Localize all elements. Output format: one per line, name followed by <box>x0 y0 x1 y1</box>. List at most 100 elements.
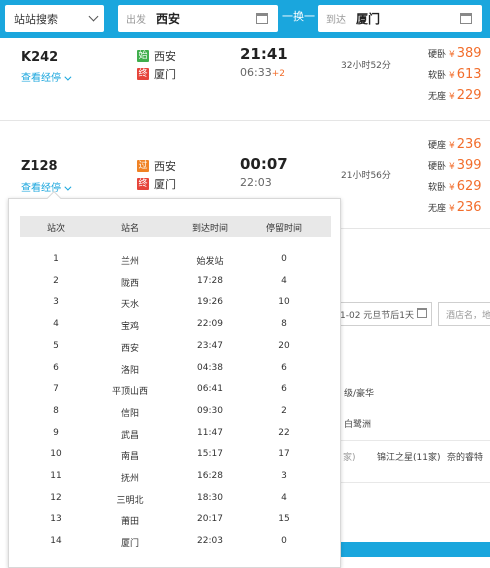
price-amount: 236 <box>456 200 482 215</box>
stop-number: 9 <box>53 427 59 438</box>
stop-station: 陇西 <box>120 278 140 289</box>
stop-station: 抚州 <box>120 474 140 484</box>
stop-station: 西安 <box>120 343 140 354</box>
table-row: 2 陇西 17:28 4 <box>9 276 342 297</box>
price-amount: 629 <box>456 179 482 194</box>
price-amount: 236 <box>456 137 482 152</box>
hotel-results-bar <box>340 542 490 557</box>
from-city-field[interactable]: 出发 西安 <box>118 5 278 32</box>
table-row: 12 三明北 18:30 4 <box>9 493 342 514</box>
stop-arrival-time: 17:28 <box>197 275 223 286</box>
stop-arrival-time: 22:03 <box>197 536 223 547</box>
day-offset: +2 <box>271 69 285 79</box>
stop-duration: 15 <box>278 514 290 525</box>
travel-duration: 32小时52分 <box>341 61 391 71</box>
departure-station-name: 西安 <box>154 50 176 63</box>
yen-sign: ¥ <box>449 92 455 102</box>
stop-arrival-time: 11:47 <box>197 427 223 438</box>
checkin-date-field[interactable]: 1-02 元旦节后1天 <box>336 302 432 326</box>
stop-duration: 2 <box>281 405 287 416</box>
departure-station-name: 西安 <box>154 160 176 173</box>
stop-station: 武昌 <box>120 430 140 441</box>
stop-number: 11 <box>50 471 62 481</box>
price-amount: 229 <box>456 88 482 103</box>
seat-price: 软卧 ¥629 <box>428 179 482 194</box>
arrival-time-value: 06:33 <box>240 66 272 79</box>
train-code[interactable]: K242 <box>21 50 58 65</box>
table-row: 13 莆田 20:17 15 <box>9 514 342 535</box>
stop-arrival-time: 23:47 <box>197 340 223 351</box>
header-stop-duration: 停留时间 <box>265 224 303 234</box>
swap-cities-button[interactable]: 一换一 <box>282 8 315 24</box>
travel-duration: 21小时56分 <box>341 171 391 181</box>
calendar-icon <box>460 13 472 24</box>
stop-arrival-time: 22:09 <box>197 319 223 330</box>
stop-duration: 4 <box>281 275 287 286</box>
hotel-brand-option[interactable]: 锦江之星(11家) <box>377 450 440 463</box>
hotel-filter-option[interactable]: 白鹭洲 <box>344 417 371 430</box>
table-row: 10 南昌 15:17 17 <box>9 449 342 470</box>
seat-price: 无座 ¥236 <box>428 200 482 215</box>
stop-station: 兰州 <box>120 257 140 267</box>
hotel-name-input[interactable]: 酒店名，地 <box>438 302 490 326</box>
from-label: 出发 <box>126 15 146 26</box>
arrival-station-name: 厦门 <box>154 178 176 191</box>
stop-number: 1 <box>53 254 59 264</box>
stop-duration: 10 <box>278 297 290 308</box>
stops-table-header: 站次 站名 到达时间 停留时间 <box>20 216 331 237</box>
table-row: 5 西安 23:47 20 <box>9 341 342 362</box>
end-badge: 终 <box>137 178 149 190</box>
table-row: 7 平顶山西 06:41 6 <box>9 384 342 405</box>
hotel-brand-option[interactable]: 奈的睿特 <box>447 450 483 463</box>
yen-sign: ¥ <box>449 71 455 81</box>
stop-duration: 4 <box>281 492 287 503</box>
table-row: 4 宝鸡 22:09 8 <box>9 319 342 340</box>
stop-duration: 6 <box>281 384 287 395</box>
seat-price: 硬卧 ¥389 <box>428 46 482 61</box>
to-city-value: 厦门 <box>356 12 381 26</box>
departure-time: 00:07 <box>240 155 288 173</box>
stop-number: 10 <box>50 449 62 460</box>
arrival-time: 06:33+2 <box>240 66 285 79</box>
arrival-time: 22:03 <box>240 176 272 189</box>
stop-number: 13 <box>50 514 62 525</box>
stop-duration: 6 <box>281 362 287 373</box>
stop-arrival-time: 20:17 <box>197 514 223 525</box>
stop-number: 7 <box>53 384 59 395</box>
arrival-station: 终 厦门 <box>137 176 176 192</box>
seat-type: 软卧 <box>428 71 447 81</box>
chevron-up-icon <box>64 183 72 191</box>
view-stops-link[interactable]: 查看经停 <box>21 179 72 194</box>
calendar-icon <box>417 308 427 318</box>
table-row: 3 天水 19:26 10 <box>9 297 342 318</box>
table-row: 9 武昌 11:47 22 <box>9 428 342 449</box>
pass-badge: 过 <box>137 160 149 172</box>
stop-number: 3 <box>53 297 59 308</box>
yen-sign: ¥ <box>449 204 455 214</box>
seat-price: 无座 ¥229 <box>428 88 482 103</box>
train-code[interactable]: Z128 <box>21 159 58 174</box>
seat-price: 硬座 ¥236 <box>428 137 482 152</box>
search-type-select[interactable]: 站站搜索 <box>5 5 104 32</box>
stop-arrival-time: 15:17 <box>197 449 223 460</box>
stop-station: 莆田 <box>120 517 140 528</box>
filter-divider <box>340 482 490 483</box>
seat-type: 硬卧 <box>428 50 447 60</box>
to-city-field[interactable]: 到达 厦门 <box>318 5 482 32</box>
end-badge: 终 <box>137 68 149 80</box>
view-stops-link[interactable]: 查看经停 <box>21 69 72 84</box>
seat-type: 硬座 <box>428 141 447 151</box>
search-type-label: 站站搜索 <box>14 12 58 26</box>
stop-station: 宝鸡 <box>120 322 140 333</box>
hotel-name-placeholder: 酒店名，地 <box>446 310 490 321</box>
stop-number: 14 <box>50 536 62 547</box>
seat-type: 无座 <box>428 92 447 102</box>
yen-sign: ¥ <box>449 183 455 193</box>
stop-duration: 0 <box>281 254 287 264</box>
filter-divider <box>340 440 490 441</box>
price-amount: 613 <box>456 67 482 82</box>
arrival-station: 终 厦门 <box>137 66 176 82</box>
hotel-filter-option[interactable]: 级/豪华 <box>344 386 374 399</box>
stop-number: 8 <box>53 405 59 416</box>
table-row: 8 信阳 09:30 2 <box>9 406 342 427</box>
